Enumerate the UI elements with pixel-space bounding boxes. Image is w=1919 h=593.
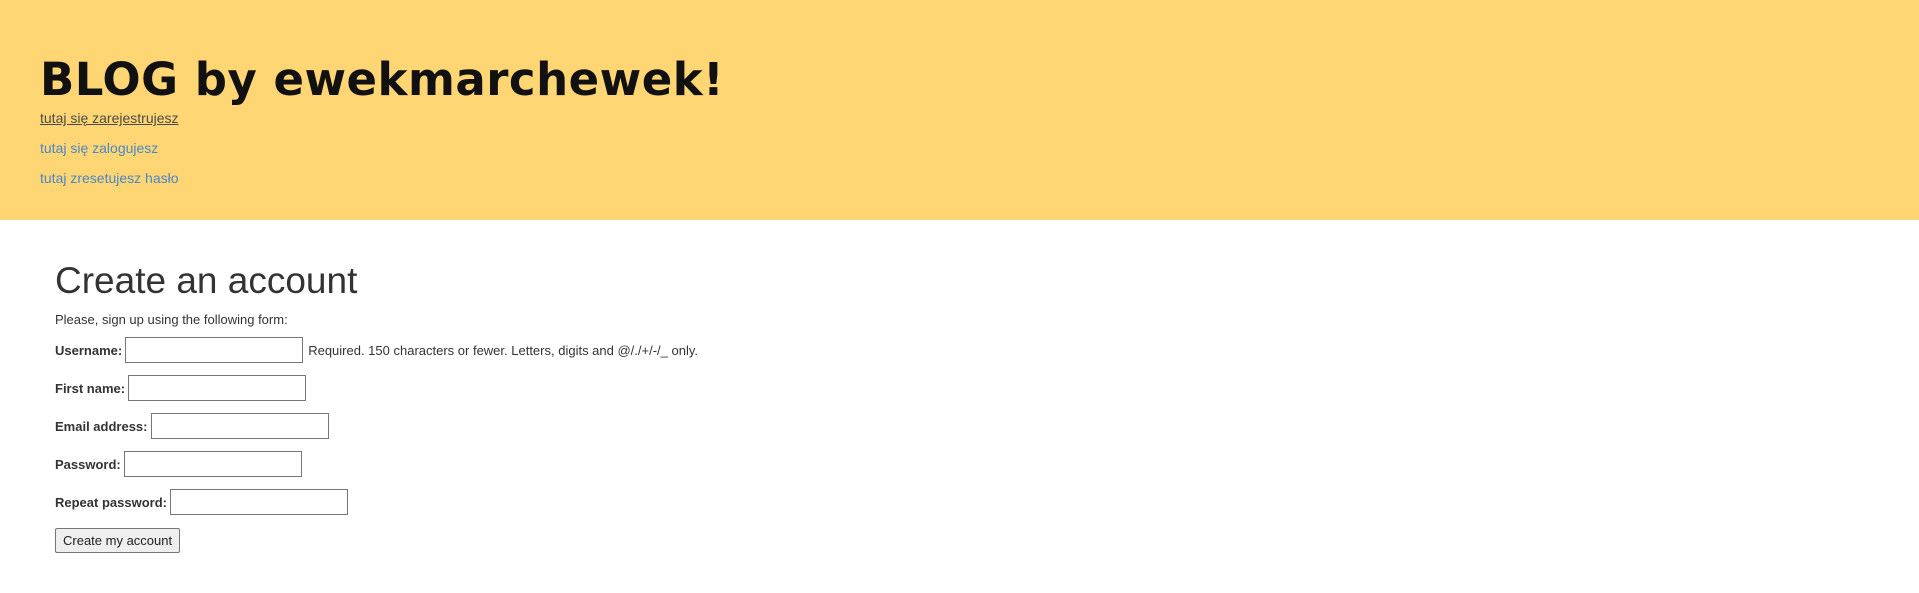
password-input[interactable] xyxy=(123,451,302,477)
page-title: Create an account xyxy=(55,260,358,301)
username-help-text: Required. 150 characters or fewer. Lette… xyxy=(308,342,698,358)
username-input[interactable] xyxy=(125,337,304,363)
nav-link-reset-password[interactable]: tutaj zresetujesz hasło xyxy=(40,170,1879,186)
email-label: Email address: xyxy=(55,418,148,434)
email-input[interactable] xyxy=(150,413,329,439)
repeat-password-label: Repeat password: xyxy=(55,494,167,510)
signup-form: Username: Required. 150 characters or fe… xyxy=(55,337,1864,553)
site-title: BLOG by ewekmarchewek! xyxy=(40,53,725,106)
main-content: Create an account Please, sign up using … xyxy=(0,220,1919,593)
nav-link-login[interactable]: tutaj się zalogujesz xyxy=(40,140,1879,156)
email-row: Email address: xyxy=(55,413,1864,439)
password-label: Password: xyxy=(55,456,121,472)
repeat-password-input[interactable] xyxy=(169,489,348,515)
nav-link-register[interactable]: tutaj się zarejestrujesz xyxy=(40,110,1879,126)
password-row: Password: xyxy=(55,451,1864,477)
header-nav: tutaj się zarejestrujesz tutaj się zalog… xyxy=(40,110,1879,186)
form-intro: Please, sign up using the following form… xyxy=(55,312,288,327)
repeat-password-row: Repeat password: xyxy=(55,489,1864,515)
site-header: BLOG by ewekmarchewek! tutaj się zarejes… xyxy=(0,0,1919,220)
first-name-row: First name: xyxy=(55,375,1864,401)
username-row: Username: Required. 150 characters or fe… xyxy=(55,337,1864,363)
first-name-label: First name: xyxy=(55,380,126,396)
create-account-button[interactable]: Create my account xyxy=(55,528,181,553)
first-name-input[interactable] xyxy=(128,375,307,401)
username-label: Username: xyxy=(55,342,123,358)
